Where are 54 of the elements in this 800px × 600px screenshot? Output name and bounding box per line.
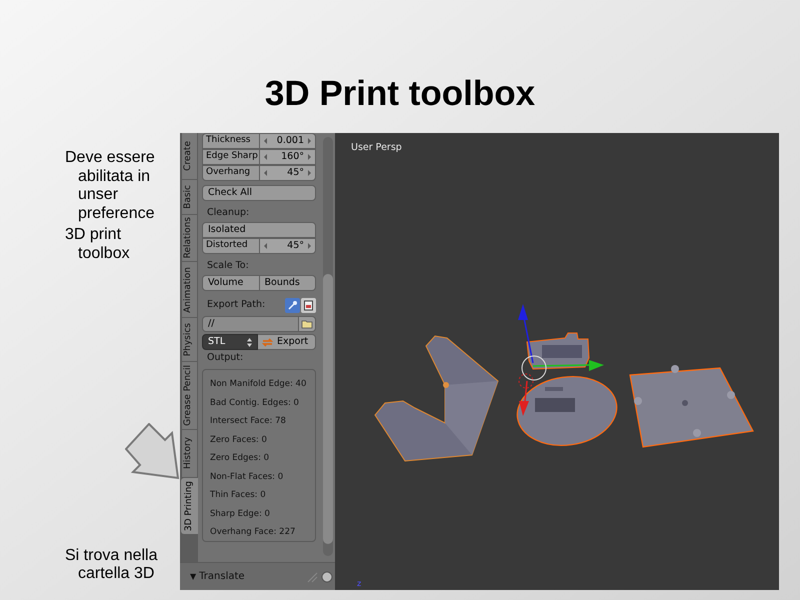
panel-button[interactable]: Check All [202,185,316,201]
number-field[interactable]: 45° [260,165,316,181]
path-field[interactable]: // [202,316,299,332]
field-label: Distorted [202,238,260,254]
format-dropdown[interactable]: STL [202,334,258,350]
bullet-text: Deve essere abilitata in unser preference [65,149,156,223]
field-label: Overhang [202,165,260,181]
scrollbar-thumb[interactable] [322,274,332,544]
output-line: Thin Faces: 0 [210,489,266,502]
section-label: Cleanup: [206,206,250,220]
image-file-icon[interactable] [301,298,316,312]
right-arrow-icon [307,242,312,250]
sidebar-tab[interactable]: 3D Printing [181,478,198,534]
output-line: Sharp Edge: 0 [210,508,270,520]
export-button[interactable]: Export [258,334,316,350]
resize-grip-icon [306,570,318,582]
sidebar-tab[interactable]: Physics [182,318,196,361]
output-line: Zero Faces: 0 [210,434,267,446]
output-line: Non-Flat Faces: 0 [210,470,284,484]
output-line: Non Manifold Edge: 40 [210,378,306,391]
sidebar-tab[interactable]: Create [182,133,196,179]
panel-button[interactable]: Volume [202,275,260,291]
note-text: Si trova nella cartella 3D [65,547,158,583]
arrow-drawing [125,423,180,481]
number-field[interactable]: 160° [260,149,316,165]
output-line: Intersect Face: 78 [210,415,286,428]
swap-arrows-icon [261,336,274,348]
panel-button[interactable]: Isolated [202,222,316,238]
left-arrow-icon [263,242,268,250]
view-label: User Persp [351,141,402,155]
panel-button[interactable]: Bounds [260,275,316,291]
field-label: Thickness [202,133,260,149]
sidebar-tab[interactable]: Relations [182,215,196,261]
bullet-text: 3D print toolbox [65,226,131,263]
eyedropper-icon[interactable] [285,298,300,312]
field-label: Edge Sharp [202,149,260,165]
sidebar-tab[interactable]: Animation [182,262,196,317]
output-line: Zero Edges: 0 [210,452,270,465]
axis-label: z [357,580,362,588]
section-label: Output: [206,351,244,366]
scroll-end-icon [321,570,333,582]
output-line: Overhang Face: 227 [210,526,296,539]
sidebar-tab[interactable]: History [182,430,196,477]
section-label: Scale To: [206,259,250,274]
small-part-drawing [526,332,590,370]
sidebar-tab[interactable]: Grease Pencil [182,362,196,429]
output-line: Bad Contig. Edges: 0 [210,396,299,410]
slide-title: 3D Print toolbox [264,73,536,115]
number-field[interactable]: 45° [260,238,316,254]
section-label: Export Path: [207,298,266,312]
sidebar-tab[interactable]: Basic [182,180,196,214]
up-down-arrows-icon [247,338,252,346]
number-field[interactable]: 0.001 [260,133,316,149]
folder-icon[interactable] [299,316,316,332]
